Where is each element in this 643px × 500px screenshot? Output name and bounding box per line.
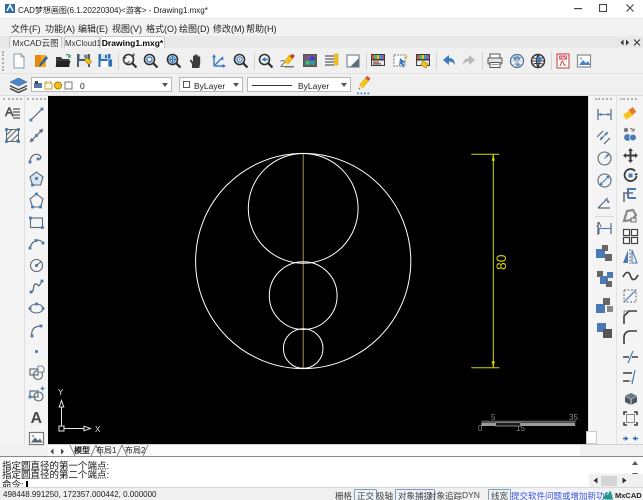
svg-text:A: A (30, 410, 42, 425)
svg-text:80: 80 (493, 254, 509, 270)
svg-text:Y: Y (58, 388, 64, 397)
svg-text:35: 35 (569, 413, 578, 422)
svg-text:X: X (95, 425, 101, 434)
svg-text:PDF: PDF (559, 56, 567, 60)
svg-text:5: 5 (491, 413, 496, 422)
